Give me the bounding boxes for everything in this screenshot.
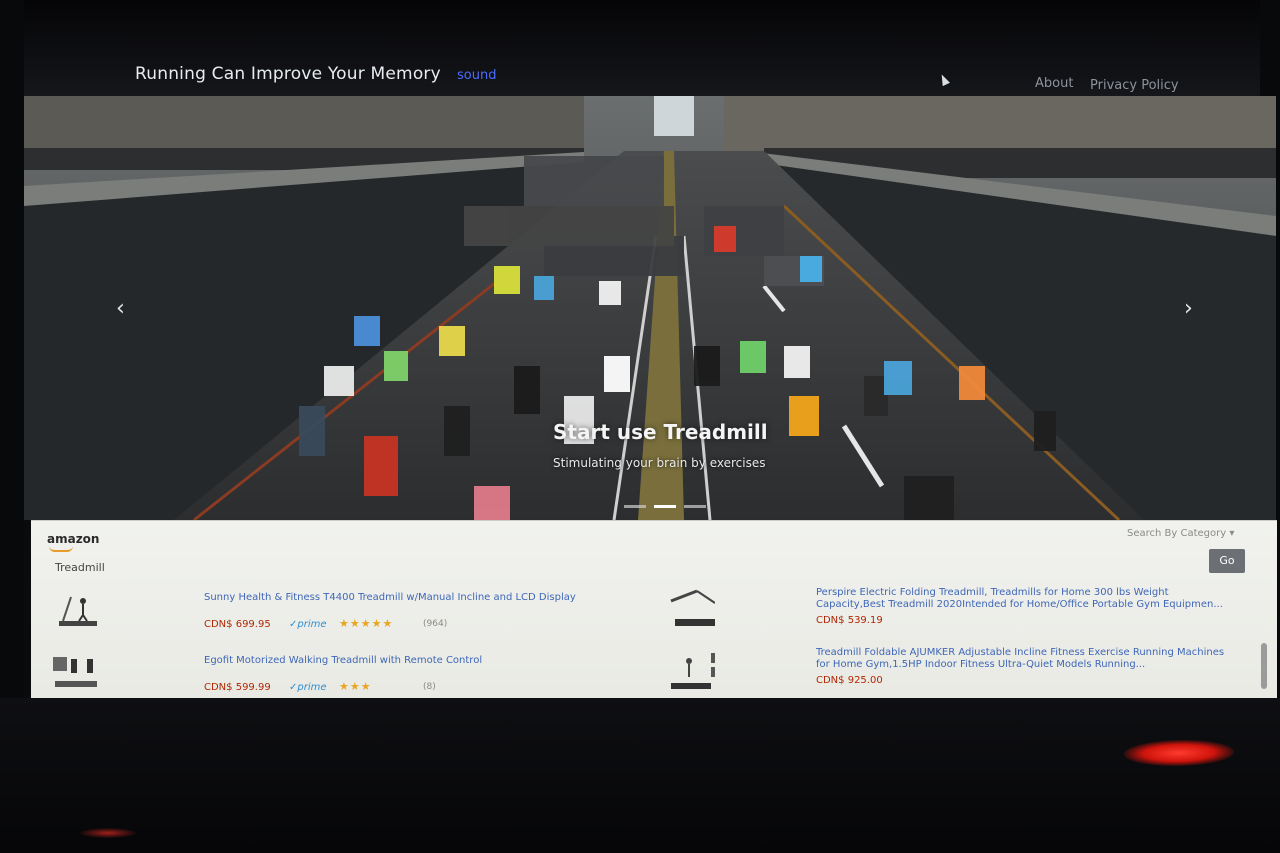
rating-stars: ★★★ <box>339 680 372 693</box>
amazon-smile-icon <box>49 546 73 552</box>
product-price: CDN$ 599.99 <box>204 682 271 693</box>
product-title[interactable]: Egofit Motorized Walking Treadmill with … <box>204 655 482 666</box>
hero-subtitle: Stimulating your brain by exercises <box>553 456 766 470</box>
product-price: CDN$ 539.19 <box>816 615 883 626</box>
search-category-dropdown[interactable]: Search By Category ▾ <box>1127 528 1234 539</box>
product-list: Sunny Health & Fitness T4400 Treadmill w… <box>47 583 1267 695</box>
rating-count[interactable]: (8) <box>423 682 436 692</box>
product-price: CDN$ 925.00 <box>816 675 883 686</box>
treadmill-thumbnail-icon[interactable] <box>57 591 105 633</box>
treadmill-thumbnail-icon[interactable] <box>667 589 715 631</box>
rating-count[interactable]: (964) <box>423 619 447 629</box>
amazon-product-widget: amazon Search By Category ▾ Go Sunny Hea… <box>31 520 1277 699</box>
carousel-indicators <box>624 493 714 512</box>
nav-privacy-link[interactable]: Privacy Policy <box>1090 78 1179 93</box>
nav-about-link[interactable]: About <box>1035 76 1073 91</box>
product-list-scrollbar[interactable] <box>1261 643 1267 689</box>
product-title[interactable]: Perspire Electric Folding Treadmill, Tre… <box>816 587 1236 611</box>
sound-link[interactable]: sound <box>457 68 496 83</box>
status-led-icon <box>80 828 136 838</box>
treadmill-thumbnail-icon[interactable] <box>667 651 715 693</box>
site-title[interactable]: Running Can Improve Your Memory <box>135 64 441 84</box>
prime-badge: ✓prime <box>289 619 327 630</box>
carousel-dot[interactable] <box>624 505 646 508</box>
carousel-next-icon[interactable]: › <box>1184 296 1193 321</box>
monitor-bezel-bottom <box>0 698 1280 853</box>
hero-title: Start use Treadmill <box>553 420 768 444</box>
treadmill-thumbnail-icon[interactable] <box>51 653 99 695</box>
go-button[interactable]: Go <box>1209 549 1245 573</box>
search-category-label: Search By Category <box>1127 528 1227 539</box>
prime-badge: ✓prime <box>289 682 327 693</box>
search-input[interactable] <box>47 556 1223 578</box>
carousel-prev-icon[interactable]: ‹ <box>116 296 125 321</box>
product-title[interactable]: Sunny Health & Fitness T4400 Treadmill w… <box>204 592 576 603</box>
hero-carousel: ‹ › Start use Treadmill Stimulating your… <box>24 96 1276 520</box>
mouse-cursor-icon <box>938 72 950 87</box>
rating-stars: ★★★★★ <box>339 617 394 630</box>
product-price: CDN$ 699.95 <box>204 619 271 630</box>
site-header: Running Can Improve Your Memory sound Ab… <box>24 54 1260 96</box>
carousel-dot[interactable] <box>684 505 706 508</box>
carousel-dot-active[interactable] <box>654 505 676 508</box>
amazon-logo[interactable]: amazon <box>47 532 99 546</box>
product-title[interactable]: Treadmill Foldable AJUMKER Adjustable In… <box>816 647 1236 671</box>
